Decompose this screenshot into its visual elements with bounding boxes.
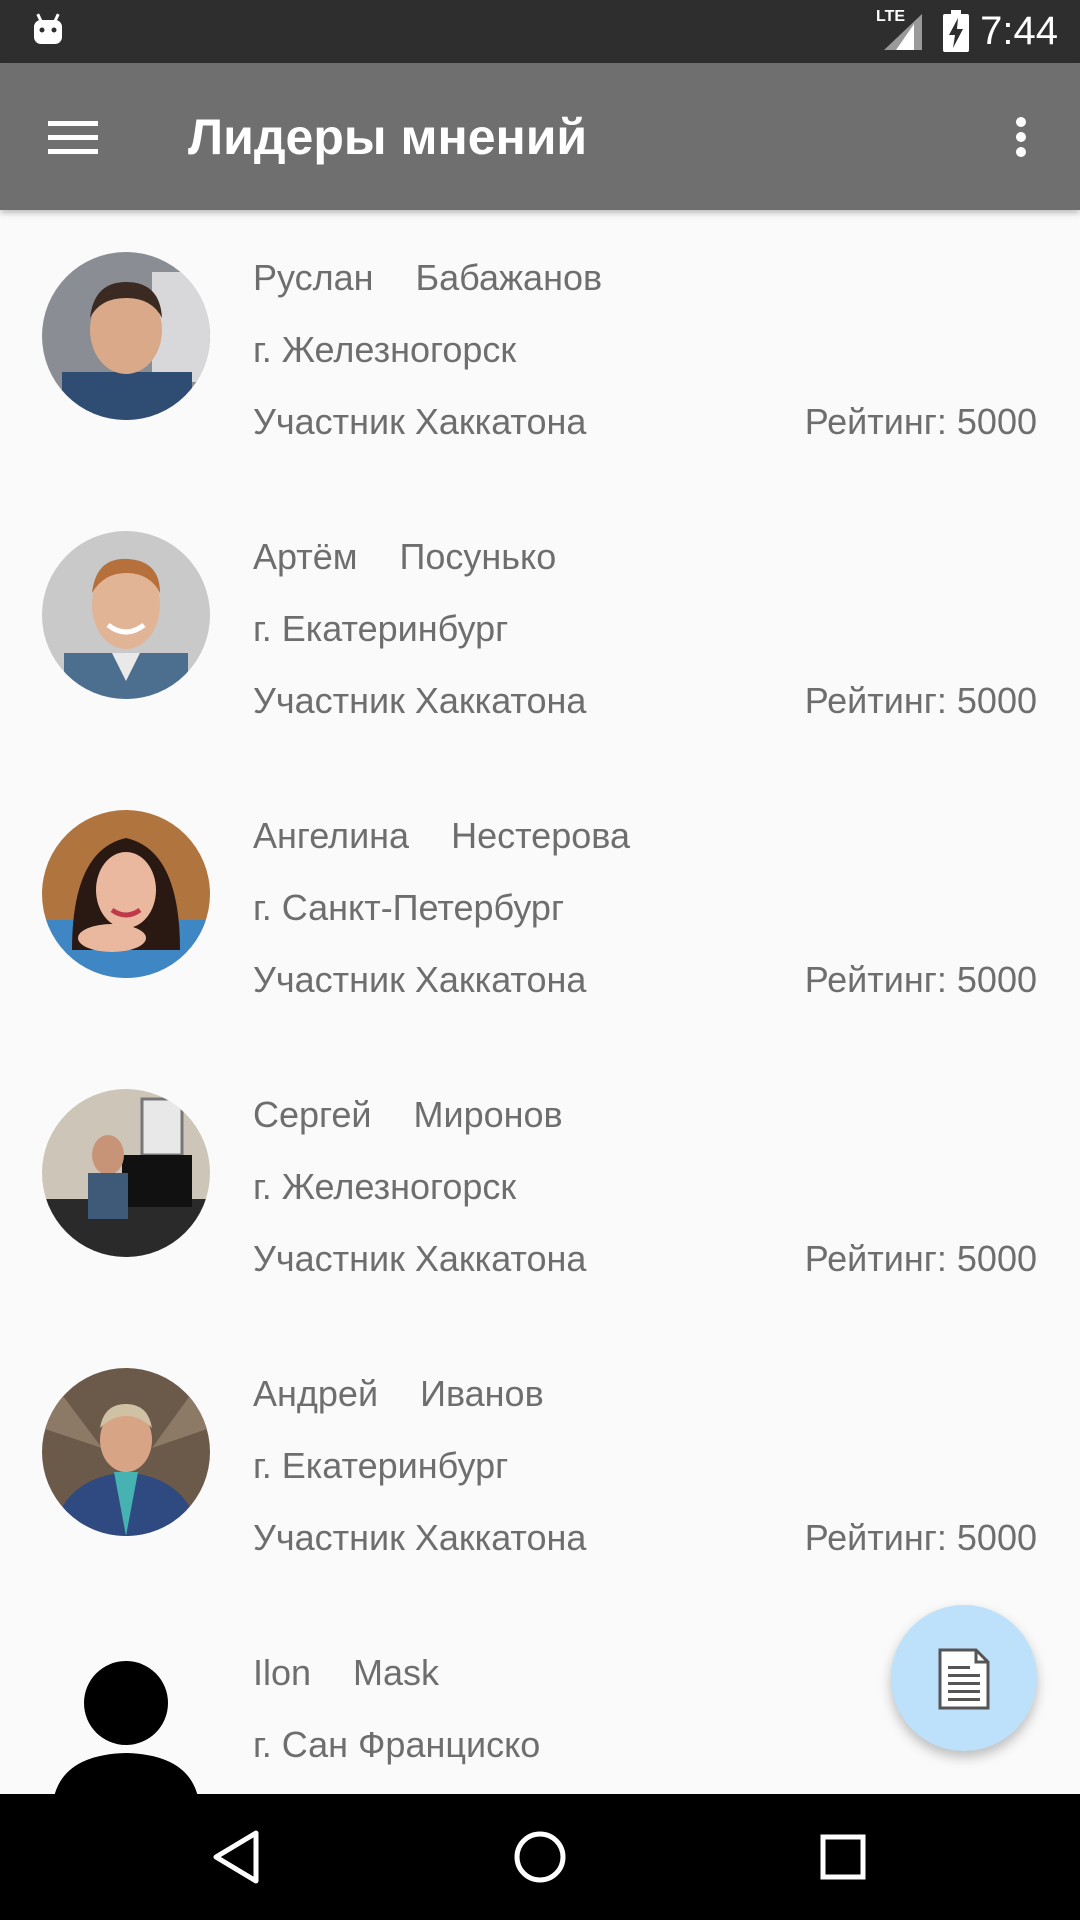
recents-icon[interactable] [803, 1817, 883, 1897]
leader-rating: Рейтинг: 5000 [804, 1517, 1037, 1558]
screen: LTE 7:44 Лидеры мнений Руслан Бабажанов … [0, 0, 1080, 1920]
last-name: Mask [353, 1652, 440, 1693]
last-name: Нестерова [451, 815, 630, 856]
leader-role: Участник Хаккатона [253, 680, 587, 721]
android-notification-icon [34, 13, 62, 44]
clock: 7:44 [980, 9, 1058, 53]
back-icon[interactable] [196, 1817, 276, 1897]
document-icon [938, 1648, 990, 1710]
leader-name: Ангелина Нестерова [253, 814, 630, 858]
leaders-list: Руслан Бабажанов г. Железногорск Участник… [0, 210, 1080, 1794]
leader-city: г. Екатеринбург [253, 1445, 509, 1486]
signal-icon [884, 14, 922, 50]
leader-role: Участник Хаккатона [253, 959, 587, 1000]
last-name: Посунько [399, 536, 557, 577]
hamburger-menu-icon[interactable] [36, 107, 108, 167]
status-bar: LTE 7:44 [0, 0, 1080, 63]
leader-name: Сергей Миронов [253, 1093, 563, 1137]
leader-rating: Рейтинг: 5000 [804, 1238, 1037, 1279]
leader-rating: Рейтинг: 5000 [804, 401, 1037, 442]
avatar [42, 810, 210, 978]
leader-city: г. Железногорск [253, 329, 517, 370]
list-item[interactable]: Руслан Бабажанов г. Железногорск Участник… [0, 210, 1080, 489]
leader-city: г. Железногорск [253, 1166, 517, 1207]
battery-charging-icon [943, 10, 969, 52]
avatar [42, 252, 210, 420]
first-name: Артём [253, 536, 358, 577]
first-name: Андрей [253, 1373, 379, 1414]
leader-city: г. Сан Франциско [253, 1724, 541, 1765]
home-icon[interactable] [500, 1817, 580, 1897]
document-fab-button[interactable] [891, 1605, 1037, 1751]
leader-role: Участник Хаккатона [253, 401, 587, 442]
page-title: Лидеры мнений [188, 109, 588, 165]
avatar [42, 531, 210, 699]
leader-city: г. Санкт-Петербург [253, 887, 565, 928]
first-name: Ilon [253, 1652, 312, 1693]
last-name: Бабажанов [415, 257, 603, 298]
avatar [42, 1368, 210, 1536]
leader-role: Участник Хаккатона [253, 1238, 587, 1279]
list-item[interactable]: Ангелина Нестерова г. Санкт-Петербург Уча… [0, 768, 1080, 1047]
list-item[interactable]: Артём Посунько г. Екатеринбург Участник Х… [0, 489, 1080, 768]
leader-name: Артём Посунько [253, 535, 556, 579]
navigation-bar [0, 1794, 1080, 1920]
list-item[interactable]: Андрей Иванов г. Екатеринбург Участник Ха… [0, 1326, 1080, 1605]
list-item[interactable]: Сергей Миронов г. Железногорск Участник Х… [0, 1047, 1080, 1326]
leader-name: Руслан Бабажанов [253, 256, 602, 300]
first-name: Руслан [253, 257, 374, 298]
default-person-icon [42, 1647, 210, 1794]
leader-city: г. Екатеринбург [253, 608, 509, 649]
leader-name: Андрей Иванов [253, 1372, 544, 1416]
last-name: Миронов [413, 1094, 563, 1135]
leader-rating: Рейтинг: 5000 [804, 959, 1037, 1000]
leader-role: Участник Хаккатона [253, 1517, 587, 1558]
app-toolbar: Лидеры мнений [0, 63, 1080, 210]
first-name: Сергей [253, 1094, 372, 1135]
avatar [42, 1089, 210, 1257]
leader-name: Ilon Mask [253, 1651, 439, 1695]
last-name: Иванов [420, 1373, 544, 1414]
leader-rating: Рейтинг: 5000 [804, 680, 1037, 721]
first-name: Ангелина [253, 815, 410, 856]
more-vert-icon[interactable] [996, 107, 1048, 167]
